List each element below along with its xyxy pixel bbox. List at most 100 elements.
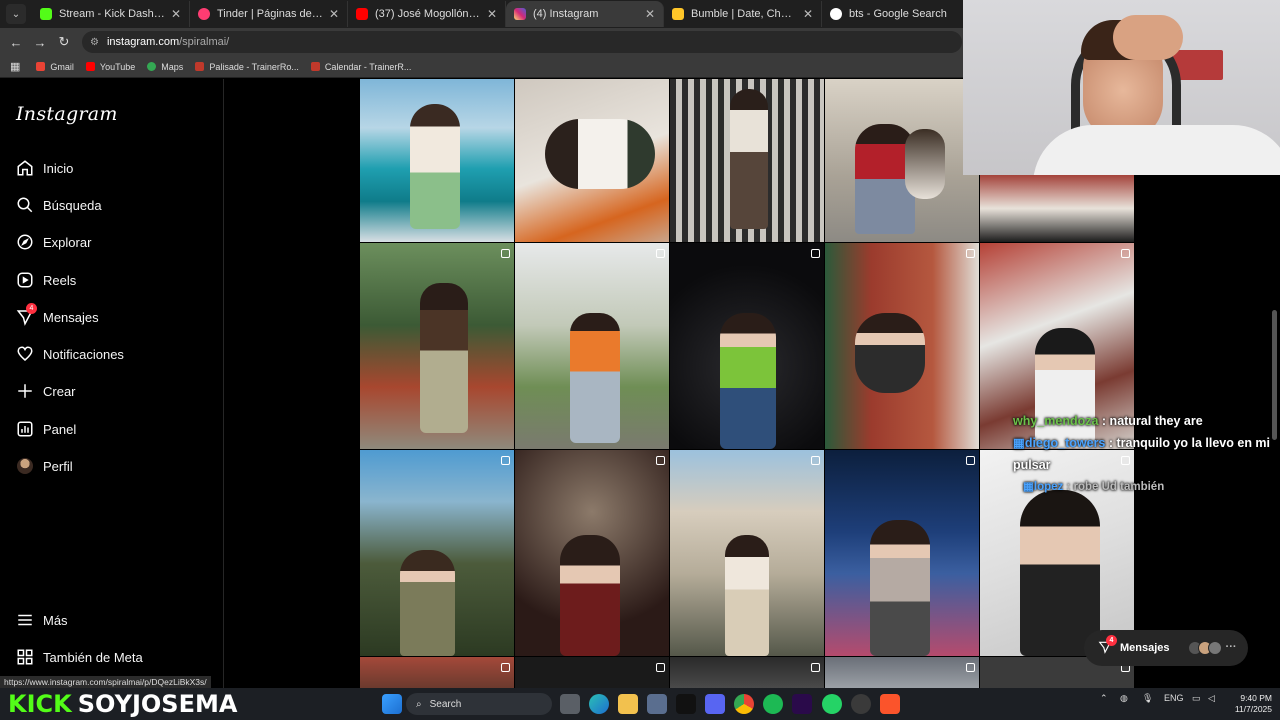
carousel-icon [501, 456, 510, 465]
instagram-sidebar: Instagram Inicio Búsqueda Explorar Reels… [0, 79, 224, 688]
sidebar-item-label: Perfil [43, 458, 73, 474]
youtube-icon [85, 62, 95, 71]
avatar [16, 457, 34, 475]
tab-youtube[interactable]: (37) José Mogollón - YouTube ✕ [348, 1, 506, 27]
sidebar-item-label: Mensajes [43, 309, 99, 325]
bookmark-label: YouTube [99, 61, 136, 72]
sidebar-item-perfil[interactable]: Perfil [16, 457, 73, 475]
screen: ⌄ Stream - Kick Dashboard ✕ Tinder | Pág… [0, 0, 1280, 720]
tab-search-icon[interactable]: ⌄ [6, 4, 26, 24]
volume-icon[interactable]: ◁ [1208, 693, 1215, 704]
spotify-icon[interactable] [763, 694, 783, 714]
apps-icon[interactable]: ▦ [10, 60, 20, 73]
post-thumbnail[interactable] [670, 243, 824, 449]
discord-icon[interactable] [705, 694, 725, 714]
sidebar-item-label: Crear [43, 383, 76, 399]
sidebar-item-panel[interactable]: Panel [16, 420, 76, 438]
reels-icon [16, 271, 34, 289]
sidebar-item-inicio[interactable]: Inicio [16, 159, 73, 177]
sidebar-item-busqueda[interactable]: Búsqueda [16, 196, 102, 214]
sidebar-item-mensajes[interactable]: 4 Mensajes [16, 303, 99, 326]
sidebar-item-meta[interactable]: También de Meta [16, 648, 143, 666]
language-indicator[interactable]: ENG [1164, 693, 1184, 703]
google-icon [830, 8, 842, 20]
bookmark-calendar[interactable]: Calendar - TrainerR... [310, 62, 411, 72]
close-icon[interactable]: ✕ [487, 7, 497, 21]
post-thumbnail[interactable] [360, 657, 514, 688]
bookmark-label: Palisade - TrainerRo... [209, 61, 299, 72]
sidebar-item-reels[interactable]: Reels [16, 271, 76, 289]
chrome-icon[interactable] [734, 694, 754, 714]
carousel-icon [966, 456, 975, 465]
tab-kick[interactable]: Stream - Kick Dashboard ✕ [32, 1, 190, 27]
sidebar-item-mas[interactable]: Más [16, 611, 68, 629]
close-icon[interactable]: ✕ [171, 7, 181, 21]
post-thumbnail[interactable] [980, 175, 1134, 242]
network-icon[interactable]: ◍ [1120, 693, 1128, 704]
windows-start-icon[interactable] [382, 694, 402, 714]
forward-icon[interactable]: → [28, 35, 52, 50]
post-thumbnail[interactable] [825, 657, 979, 688]
chat-text: : natural they are [1101, 414, 1203, 428]
sidebar-item-explorar[interactable]: Explorar [16, 233, 91, 251]
brave-icon[interactable] [880, 694, 900, 714]
edge-icon[interactable] [589, 694, 609, 714]
post-thumbnail[interactable] [670, 79, 824, 242]
notification-badge: 4 [1106, 634, 1117, 646]
microphone-icon[interactable]: 🎙︎ [1142, 693, 1153, 704]
wifi-icon[interactable]: ▭ [1192, 693, 1201, 704]
premiere-icon[interactable] [792, 694, 812, 714]
photo-subject [730, 89, 768, 229]
tray-overflow-icon[interactable]: ⌃ [1100, 693, 1108, 704]
file-explorer-icon[interactable] [618, 694, 638, 714]
post-thumbnail[interactable] [515, 657, 669, 688]
bookmark-gmail[interactable]: Gmail [36, 62, 74, 72]
post-thumbnail[interactable] [825, 450, 979, 656]
tiktok-icon[interactable] [676, 694, 696, 714]
tab-bumble[interactable]: Bumble | Date, Chat, Meet New ✕ [664, 1, 822, 27]
post-thumbnail[interactable] [825, 243, 979, 449]
tab-title: (4) Instagram [533, 8, 599, 20]
bookmark-maps[interactable]: Maps [147, 62, 183, 72]
back-icon[interactable]: ← [4, 35, 28, 50]
post-thumbnail[interactable] [515, 79, 669, 242]
tab-instagram[interactable]: (4) Instagram ✕ [506, 1, 664, 27]
post-thumbnail[interactable] [360, 79, 514, 242]
link-hover-status: https://www.instagram.com/spiralmai/p/DQ… [0, 676, 211, 688]
post-thumbnail[interactable] [670, 450, 824, 656]
address-bar[interactable]: ⚙ instagram.com/spiralmai/ [82, 31, 962, 53]
taskbar-clock[interactable]: 9:40 PM 11/7/2025 [1226, 693, 1272, 715]
sidebar-item-crear[interactable]: Crear [16, 382, 76, 400]
kick-brand: KICK [8, 690, 72, 718]
store-icon[interactable] [647, 694, 667, 714]
whatsapp-icon[interactable] [822, 694, 842, 714]
taskbar-search[interactable]: ⌕ Search [406, 693, 552, 715]
instagram-logo[interactable]: Instagram [16, 103, 118, 125]
post-thumbnail[interactable] [360, 450, 514, 656]
taskbar-search-label: Search [429, 698, 462, 710]
close-icon[interactable]: ✕ [803, 7, 813, 21]
reload-icon[interactable]: ↻ [52, 34, 76, 50]
clock-date: 11/7/2025 [1234, 704, 1272, 714]
post-thumbnail[interactable] [825, 79, 979, 242]
obs-icon[interactable] [851, 694, 871, 714]
sidebar-item-label: Más [43, 612, 68, 628]
messages-floating-button[interactable]: 4 Mensajes ··· [1084, 630, 1248, 666]
messages-label: Mensajes [1120, 642, 1170, 654]
bookmark-palisade[interactable]: Palisade - TrainerRo... [195, 62, 299, 72]
sidebar-item-notificaciones[interactable]: Notificaciones [16, 345, 124, 363]
post-thumbnail[interactable] [515, 450, 669, 656]
post-thumbnail[interactable] [515, 243, 669, 449]
site-info-icon[interactable]: ⚙ [90, 37, 99, 48]
tab-title: Stream - Kick Dashboard [59, 8, 165, 20]
task-view-icon[interactable] [560, 694, 580, 714]
trainerroad-icon [195, 62, 205, 71]
post-thumbnail[interactable] [360, 243, 514, 449]
chat-badge-icon: ▦ [1023, 481, 1034, 493]
bookmark-youtube[interactable]: YouTube [85, 61, 136, 72]
tab-tinder[interactable]: Tinder | Páginas de citas ✕ [190, 1, 348, 27]
post-thumbnail[interactable] [670, 657, 824, 688]
close-icon[interactable]: ✕ [329, 7, 339, 21]
tab-google[interactable]: bts - Google Search [822, 1, 980, 27]
close-icon[interactable]: ✕ [645, 7, 655, 21]
